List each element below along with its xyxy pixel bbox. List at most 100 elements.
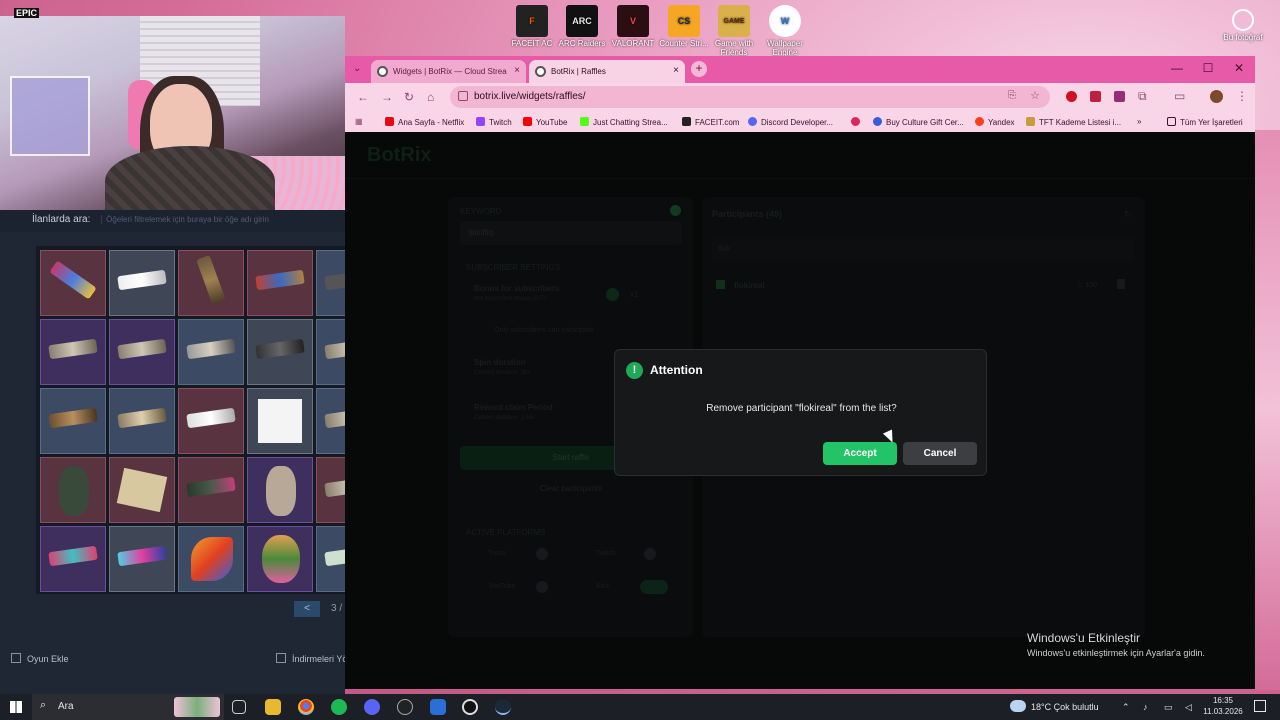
bookmark-unnamed[interactable] xyxy=(851,117,864,127)
taskbar-search-label: Ara xyxy=(58,701,74,712)
tab-close-icon[interactable]: × xyxy=(673,65,679,76)
activation-watermark-subtitle: Windows'u etkinleştirmek için Ayarlar'a … xyxy=(1027,648,1205,658)
bookmark-kick[interactable]: Just Chatting Strea... xyxy=(580,117,668,127)
site-info-icon[interactable] xyxy=(458,91,468,101)
inventory-item[interactable] xyxy=(178,457,244,523)
translate-icon[interactable]: ⎘ xyxy=(1008,90,1016,101)
inventory-item[interactable] xyxy=(109,388,175,454)
reload-icon[interactable]: ↻ xyxy=(404,90,414,104)
inventory-item[interactable] xyxy=(178,388,244,454)
bookmark-star-icon[interactable]: ☆ xyxy=(1030,89,1040,102)
game-with-friends-icon: GAME xyxy=(718,5,750,37)
app-icon[interactable] xyxy=(462,699,478,715)
obs-icon[interactable] xyxy=(397,699,413,715)
bookmark-netflix[interactable]: Ana Sayfa - Netflix xyxy=(385,117,464,127)
clock-time[interactable]: 16:35 xyxy=(1206,696,1240,705)
desktop-icon-valorant[interactable]: V VALORANT xyxy=(604,5,662,48)
maximize-button[interactable]: ☐ xyxy=(1193,61,1223,75)
clock-date[interactable]: 11.03.2026 xyxy=(1200,707,1246,716)
downloads-button[interactable]: İndirmeleri Yön xyxy=(292,654,352,664)
home-icon[interactable]: ⌂ xyxy=(427,90,434,104)
close-window-button[interactable]: ✕ xyxy=(1224,61,1254,75)
inventory-item[interactable] xyxy=(247,457,313,523)
tab-raffles[interactable]: BotRix | Raffles × xyxy=(529,60,685,83)
inventory-item[interactable] xyxy=(316,250,345,316)
inventory-item[interactable] xyxy=(316,388,345,454)
twitch-icon xyxy=(476,117,485,126)
opera-extension-icon[interactable] xyxy=(1066,91,1077,102)
network-icon[interactable]: ▭ xyxy=(1164,702,1173,713)
inventory-item[interactable] xyxy=(40,319,106,385)
extension-icon[interactable] xyxy=(1090,91,1101,102)
inventory-item[interactable] xyxy=(178,250,244,316)
extension-icon[interactable] xyxy=(1114,91,1125,102)
kick-icon xyxy=(580,117,589,126)
inventory-item[interactable] xyxy=(40,250,106,316)
address-bar-row: ← → ↻ ⌂ botrix.live/widgets/raffles/ ⎘ ☆… xyxy=(345,83,1255,112)
inventory-item[interactable] xyxy=(316,319,345,385)
weather-text[interactable]: 18°C Çok bulutlu xyxy=(1031,702,1099,712)
inventory-item[interactable] xyxy=(178,319,244,385)
confirm-dialog: ! Attention Remove participant "flokirea… xyxy=(614,349,987,476)
tab-search-icon[interactable]: ⌄ xyxy=(353,63,361,74)
url-field[interactable]: botrix.live/widgets/raffles/ ⎘ ☆ xyxy=(450,86,1050,108)
chrome-icon[interactable] xyxy=(298,699,314,715)
forward-icon[interactable]: → xyxy=(381,90,393,104)
inventory-item[interactable] xyxy=(40,388,106,454)
desktop-icon-wallpaper-engine[interactable]: W Wallpaper Engine xyxy=(756,5,814,57)
pager-prev-button[interactable]: < xyxy=(294,601,320,617)
inventory-item[interactable] xyxy=(40,457,106,523)
desktop-icon-game-with-friends[interactable]: GAME Game with Friends xyxy=(705,5,763,57)
profile-avatar[interactable] xyxy=(1210,90,1223,103)
task-view-icon[interactable] xyxy=(232,700,246,714)
desktop-icon-photo[interactable]: Bu fotoğraf xyxy=(1214,5,1272,42)
discord-icon[interactable] xyxy=(364,699,380,715)
apps-grid-icon[interactable]: ▦ xyxy=(355,117,363,126)
inventory-item[interactable] xyxy=(109,250,175,316)
bookmarks-more-button[interactable]: » xyxy=(1137,117,1141,126)
inventory-item[interactable] xyxy=(247,526,313,592)
inventory-item[interactable] xyxy=(247,388,313,454)
bookmark-yandex[interactable]: Yandex xyxy=(975,117,1015,127)
bookmark-culture[interactable]: Buy Culture Gift Cer... xyxy=(873,117,964,127)
inventory-item[interactable] xyxy=(316,526,345,592)
extensions-puzzle-icon[interactable]: ⧉ xyxy=(1138,89,1147,104)
new-tab-button[interactable]: + xyxy=(691,61,707,77)
wallpaper-engine-icon[interactable] xyxy=(430,699,446,715)
bookmark-youtube[interactable]: YouTube xyxy=(523,117,567,127)
bookmark-tft[interactable]: TFT Kademe Listesi i... xyxy=(1026,117,1121,127)
tab-close-icon[interactable]: × xyxy=(514,65,520,76)
tray-overflow-icon[interactable]: ⌃ xyxy=(1122,702,1130,713)
desktop-icon-arc-raiders[interactable]: ARC ARC Raiders xyxy=(553,5,611,48)
cancel-button[interactable]: Cancel xyxy=(903,442,977,465)
inventory-item[interactable] xyxy=(247,319,313,385)
microphone-icon[interactable]: ♪ xyxy=(1143,702,1148,712)
accept-button[interactable]: Accept xyxy=(823,442,897,465)
spotify-icon[interactable] xyxy=(331,699,347,715)
side-panel-icon[interactable]: ▭ xyxy=(1174,89,1185,103)
back-icon[interactable]: ← xyxy=(357,90,369,104)
minimize-button[interactable]: — xyxy=(1162,61,1192,75)
inventory-item[interactable] xyxy=(109,319,175,385)
inventory-item[interactable] xyxy=(178,526,244,592)
menu-kebab-icon[interactable]: ⋮ xyxy=(1236,89,1248,103)
all-bookmarks-button[interactable]: Tüm Yer İşaretleri xyxy=(1167,117,1243,127)
tab-widgets[interactable]: Widgets | BotRix — Cloud Strea × xyxy=(371,60,526,83)
volume-icon[interactable]: ◁ xyxy=(1185,702,1192,713)
bookmark-twitch[interactable]: Twitch xyxy=(476,117,512,127)
inventory-item[interactable] xyxy=(247,250,313,316)
notifications-icon[interactable] xyxy=(1254,700,1266,712)
inventory-item[interactable] xyxy=(316,457,345,523)
inventory-item[interactable] xyxy=(40,526,106,592)
file-explorer-icon[interactable] xyxy=(265,699,281,715)
inventory-item[interactable] xyxy=(109,457,175,523)
steam-search-input[interactable]: Öğeleri filtrelemek için buraya bir öğe … xyxy=(101,215,271,224)
bookmark-discord[interactable]: Discord Developer... xyxy=(748,117,833,127)
taskbar-search[interactable]: ⌕ Ara xyxy=(32,694,224,720)
search-highlight-image xyxy=(174,697,220,717)
add-game-button[interactable]: Oyun Ekle xyxy=(27,654,69,664)
steam-icon[interactable] xyxy=(495,699,511,715)
bookmark-faceit[interactable]: FACEIT.com xyxy=(682,117,739,127)
start-windows-icon[interactable] xyxy=(10,701,22,713)
inventory-item[interactable] xyxy=(109,526,175,592)
